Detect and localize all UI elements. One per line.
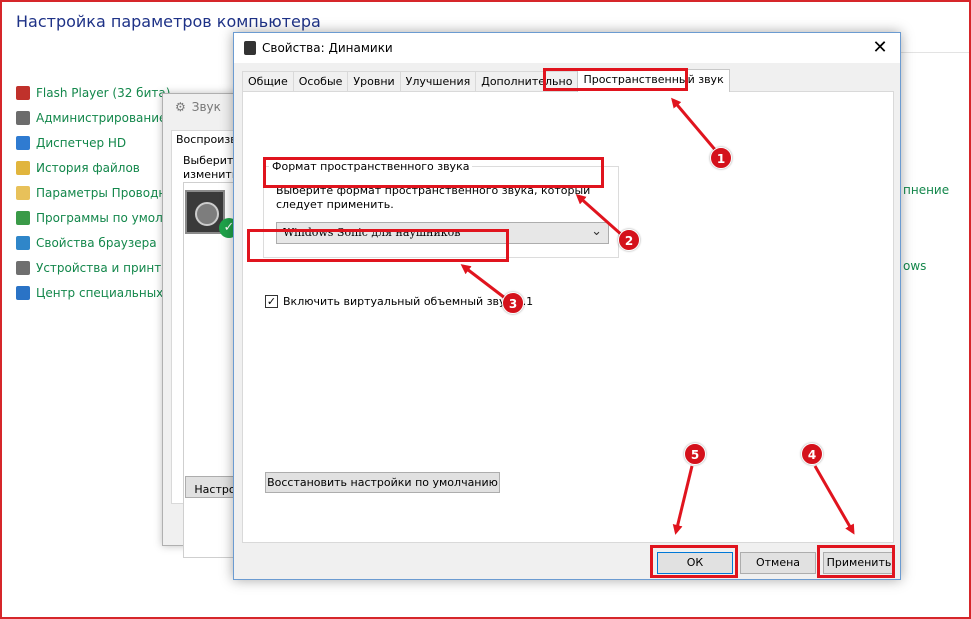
tab-enhancements[interactable]: Улучшения (399, 71, 477, 92)
cp-item-label: История файлов (36, 160, 140, 175)
virtual-surround-checkbox[interactable]: ✓ (265, 295, 278, 308)
sound-window-title-text: Звук (191, 100, 221, 114)
admin-tools-icon (16, 110, 30, 125)
speaker-properties-dialog: Свойства: Динамики ✕ Общие Особые Уровни… (233, 32, 901, 580)
cp-item-partial-right[interactable]: ows (903, 259, 926, 273)
cp-item-label: Диспетчер HD (36, 135, 127, 150)
virtual-surround-option[interactable]: ✓ Включить виртуальный объемный звук 7.1 (265, 295, 533, 308)
sound-window-text-line: Выберит (183, 154, 234, 167)
sound-icon: ⚙ (175, 100, 186, 114)
tab-bar: Общие Особые Уровни Улучшения Дополнител… (242, 69, 730, 92)
annotation-badge-2: 2 (618, 229, 640, 251)
cp-item-file-history[interactable]: История файлов (16, 155, 186, 180)
sound-window-text-line: изменить (183, 168, 239, 181)
cp-item-ease-of-access[interactable]: Центр специальных во (16, 280, 186, 305)
cancel-button[interactable]: Отмена (740, 552, 816, 574)
dialog-title: Свойства: Динамики (262, 41, 393, 55)
annotation-badge-3: 3 (502, 292, 524, 314)
cp-item-label: Центр специальных во (36, 285, 182, 300)
annotation-badge-5: 5 (684, 443, 706, 465)
cp-item-flash-player[interactable]: Flash Player (32 бита) (16, 80, 186, 105)
group-description: Выберите формат пространственного звука,… (276, 184, 591, 211)
ok-button[interactable]: ОК (657, 552, 733, 574)
virtual-surround-label: Включить виртуальный объемный звук 7.1 (283, 295, 534, 308)
tab-levels[interactable]: Уровни (347, 71, 401, 92)
cp-item-hd-manager[interactable]: Диспетчер HD (16, 130, 186, 155)
sound-window-title: ⚙ Звук (175, 100, 221, 114)
cp-item-label: Программы по умолча (36, 210, 178, 225)
tab-custom[interactable]: Особые (292, 71, 349, 92)
cp-item-label: Администрирование (36, 110, 167, 125)
divider (900, 52, 971, 53)
cp-item-label: Свойства браузера (36, 235, 157, 250)
control-panel-list: Flash Player (32 бита) Администрирование… (16, 80, 186, 305)
file-history-icon (16, 160, 30, 175)
spatial-format-value: Windows Sonic для наушников (283, 226, 461, 239)
cp-item-devices-printers[interactable]: Устройства и принтеры (16, 255, 186, 280)
cp-item-explorer-options[interactable]: Параметры Проводник (16, 180, 186, 205)
apply-button[interactable]: Применить (823, 552, 895, 574)
default-programs-icon (16, 210, 30, 225)
speaker-icon (244, 41, 256, 55)
cp-item-browser-properties[interactable]: Свойства браузера (16, 230, 186, 255)
cp-item-admin-tools[interactable]: Администрирование (16, 105, 186, 130)
control-panel-title: Настройка параметров компьютера (16, 12, 321, 31)
ease-of-access-icon (16, 285, 30, 300)
annotation-badge-4: 4 (801, 443, 823, 465)
cp-item-label: Flash Player (32 бита) (36, 85, 171, 100)
sound-window-text: Выберит изменить (183, 154, 238, 182)
annotation-badge-1: 1 (710, 147, 732, 169)
devices-printers-icon (16, 260, 30, 275)
browser-properties-icon (16, 235, 30, 250)
spatial-sound-panel: Формат пространственного звука Выберите … (242, 91, 894, 543)
cp-item-default-programs[interactable]: Программы по умолча (16, 205, 186, 230)
cp-item-label: Параметры Проводник (36, 185, 182, 200)
sound-window: ⚙ Звук Воспроизвед Выберит изменить ✓ Наст… (162, 93, 257, 558)
close-icon[interactable]: ✕ (868, 36, 892, 60)
spatial-format-select[interactable]: Windows Sonic для наушников ⌄ (276, 222, 609, 244)
tab-spatial-sound[interactable]: Пространственный звук (577, 69, 730, 92)
hd-manager-icon (16, 135, 30, 150)
chevron-down-icon: ⌄ (591, 224, 602, 239)
group-label: Формат пространственного звука (269, 160, 473, 173)
tab-general[interactable]: Общие (242, 71, 294, 92)
spatial-format-group (263, 166, 619, 258)
tab-advanced[interactable]: Дополнительно (475, 71, 579, 92)
restore-defaults-button[interactable]: Восстановить настройки по умолчанию (265, 472, 500, 493)
explorer-options-icon (16, 185, 30, 200)
cp-item-partial-right[interactable]: пнение (903, 183, 949, 197)
dialog-titlebar: Свойства: Динамики ✕ (234, 33, 900, 63)
flash-player-icon (16, 85, 30, 100)
